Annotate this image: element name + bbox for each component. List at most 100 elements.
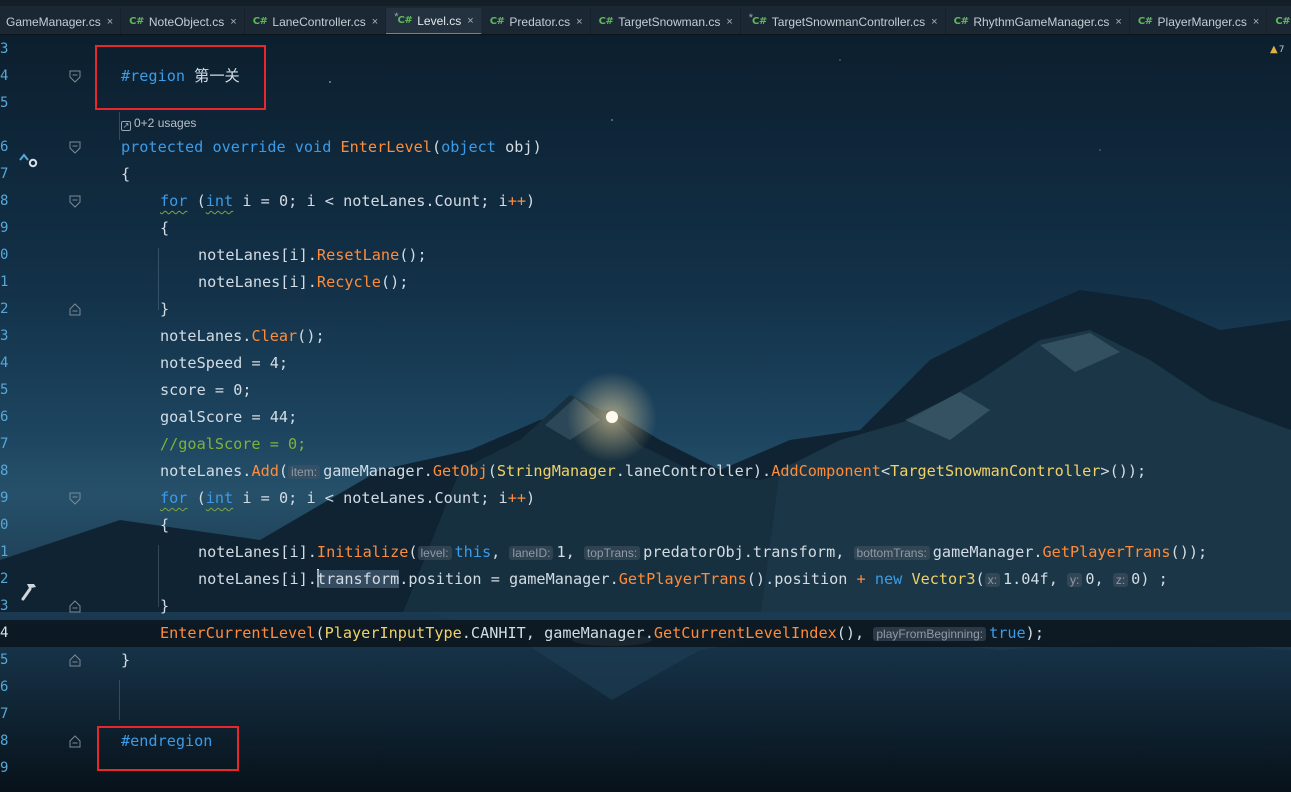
fold-collapse-icon[interactable] xyxy=(69,195,81,208)
close-icon[interactable]: × xyxy=(372,16,378,28)
code-line[interactable]: 7{ xyxy=(0,161,1291,188)
line-number: 7 xyxy=(0,166,9,182)
line-number: 5 xyxy=(0,652,9,668)
close-icon[interactable]: × xyxy=(107,16,113,28)
csharp-icon: C# xyxy=(953,16,969,27)
code-text[interactable]: noteLanes.Clear(); xyxy=(160,323,325,350)
tab-lanecontroller-cs[interactable]: C# LaneController.cs × xyxy=(245,8,387,34)
code-line[interactable]: 0{ xyxy=(0,512,1291,539)
code-line[interactable]: 6 xyxy=(0,674,1291,701)
code-line[interactable]: 3} xyxy=(0,593,1291,620)
code-line[interactable]: 8 for (int i = 0; i < noteLanes.Count; i+… xyxy=(0,188,1291,215)
code-line[interactable]: 3 noteLanes.Clear(); xyxy=(0,323,1291,350)
code-line[interactable]: 2 noteLanes[i].transform.position = gameM… xyxy=(0,566,1291,593)
close-icon[interactable]: × xyxy=(726,16,732,28)
code-line[interactable]: 4 EnterCurrentLevel(PlayerInputType.CANHI… xyxy=(0,620,1291,647)
code-line[interactable]: 5} xyxy=(0,647,1291,674)
code-line[interactable]: 0 noteLanes[i].ResetLane(); xyxy=(0,242,1291,269)
close-icon[interactable]: × xyxy=(467,15,473,27)
hammer-icon[interactable] xyxy=(20,582,40,602)
code-line[interactable]: 6 goalScore = 44; xyxy=(0,404,1291,431)
tab-predator-cs[interactable]: C# Predator.cs × xyxy=(482,8,591,34)
fold-collapse-icon[interactable] xyxy=(69,70,81,83)
editor-tab-bar: GameManager.cs × C# NoteObject.cs × C# LaneCon… xyxy=(0,0,1291,35)
code-comment[interactable]: //goalScore = 0; xyxy=(160,431,306,458)
tab-label: NoteObject.cs xyxy=(148,14,225,29)
code-text[interactable]: { xyxy=(160,512,169,539)
line-number: 6 xyxy=(0,139,9,155)
line-number: 8 xyxy=(0,463,9,479)
code-text[interactable]: goalScore = 44; xyxy=(160,404,297,431)
line-number: 3 xyxy=(0,598,9,614)
line-number: 4 xyxy=(0,355,9,371)
code-text[interactable]: } xyxy=(160,593,169,620)
code-text[interactable]: protected override void EnterLevel(objec… xyxy=(121,134,542,161)
code-line[interactable]: 7 xyxy=(0,701,1291,728)
csharp-icon: C# xyxy=(598,16,614,27)
code-text[interactable]: score = 0; xyxy=(160,377,252,404)
tab-label: TargetSnowman.cs xyxy=(618,14,721,29)
tab-playermanger-cs[interactable]: C# PlayerManger.cs × xyxy=(1130,8,1268,34)
line-number: 3 xyxy=(0,41,9,57)
line-number: 1 xyxy=(0,544,9,560)
line-number: 2 xyxy=(0,571,9,587)
code-line[interactable]: 5 score = 0; xyxy=(0,377,1291,404)
code-line[interactable]: 9{ xyxy=(0,215,1291,242)
fold-collapse-icon[interactable] xyxy=(69,141,81,154)
tab-targetsnowman-cs[interactable]: C# TargetSnowman.cs × xyxy=(591,8,741,34)
csharp-icon: C# xyxy=(129,16,144,27)
tab-targetsnowmancontroller-cs[interactable]: * C# TargetSnowmanController.cs × xyxy=(741,8,946,34)
close-icon[interactable]: × xyxy=(1253,16,1259,28)
code-text[interactable]: } xyxy=(160,296,169,323)
code-text[interactable]: for (int i = 0; i < noteLanes.Count; i++… xyxy=(160,188,535,215)
close-icon[interactable]: × xyxy=(576,16,582,28)
tab-label: Level.cs xyxy=(417,13,462,28)
tab-label: TargetSnowmanController.cs xyxy=(771,14,926,29)
inspection-widget[interactable]: ▲7 xyxy=(1270,44,1284,55)
line-number: 1 xyxy=(0,274,9,290)
tab-rhythmgamemanager-cs[interactable]: C# RhythmGameManager.cs × xyxy=(946,8,1130,34)
warning-triangle-icon: ▲ xyxy=(1270,44,1278,55)
code-line[interactable]: 6 protected override void EnterLevel(obje… xyxy=(0,134,1291,161)
code-text[interactable]: noteSpeed = 4; xyxy=(160,350,288,377)
code-text[interactable]: noteLanes.Add(item: gameManager.GetObj(St… xyxy=(160,458,1146,485)
fold-end-icon[interactable] xyxy=(69,303,81,316)
close-icon[interactable]: × xyxy=(1115,16,1121,28)
fold-end-icon[interactable] xyxy=(69,654,81,667)
fold-end-icon[interactable] xyxy=(69,735,81,748)
tab-noteobject-cs[interactable]: C# NoteObject.cs × xyxy=(121,8,245,34)
code-text[interactable]: noteLanes[i].ResetLane(); xyxy=(198,242,427,269)
line-number: 5 xyxy=(0,382,9,398)
code-line[interactable]: 2} xyxy=(0,296,1291,323)
code-text[interactable]: } xyxy=(121,647,130,674)
code-line[interactable]: 4 noteSpeed = 4; xyxy=(0,350,1291,377)
override-icon[interactable] xyxy=(18,151,40,169)
code-line[interactable]: 9 for (int i = 0; i < noteLanes.Count; i+… xyxy=(0,485,1291,512)
usages-hint[interactable]: ↗ 0+2 usages xyxy=(121,112,196,134)
csharp-icon: C# xyxy=(489,16,505,27)
code-line[interactable]: 1 noteLanes[i].Initialize(level: this, lan… xyxy=(0,539,1291,566)
fold-collapse-icon[interactable] xyxy=(69,492,81,505)
csharp-icon: C# xyxy=(252,16,268,27)
code-text[interactable]: noteLanes[i].Recycle(); xyxy=(198,269,408,296)
line-number: 9 xyxy=(0,490,9,506)
code-line[interactable]: 8 noteLanes.Add(item: gameManager.GetObj(S… xyxy=(0,458,1291,485)
region-annotation-box xyxy=(95,45,266,110)
code-text[interactable]: noteLanes[i].Initialize(level: this, lane… xyxy=(198,539,1207,566)
close-icon[interactable]: × xyxy=(931,16,937,28)
tab-label: PlayerManger.cs xyxy=(1157,14,1247,29)
code-text[interactable]: noteLanes[i].transform.position = gameMa… xyxy=(198,566,1168,593)
code-text[interactable]: for (int i = 0; i < noteLanes.Count; i++… xyxy=(160,485,535,512)
close-icon[interactable]: × xyxy=(230,16,236,28)
code-line[interactable]: 1 noteLanes[i].Recycle(); xyxy=(0,269,1291,296)
line-number: 0 xyxy=(0,517,9,533)
tab-level-cs[interactable]: * C# Level.cs × xyxy=(386,8,482,34)
code-text[interactable]: { xyxy=(160,215,169,242)
code-editor[interactable]: 3 4 #region 第一关 5 6 protected override void E… xyxy=(0,36,1291,792)
fold-end-icon[interactable] xyxy=(69,600,81,613)
code-line[interactable]: 7 //goalScore = 0; xyxy=(0,431,1291,458)
tab-uima[interactable]: C#UIMa xyxy=(1267,8,1291,34)
code-text[interactable]: { xyxy=(121,161,130,188)
code-text[interactable]: EnterCurrentLevel(PlayerInputType.CANHIT… xyxy=(160,620,1044,647)
tab-gamemanager-cs[interactable]: GameManager.cs × xyxy=(0,8,122,34)
